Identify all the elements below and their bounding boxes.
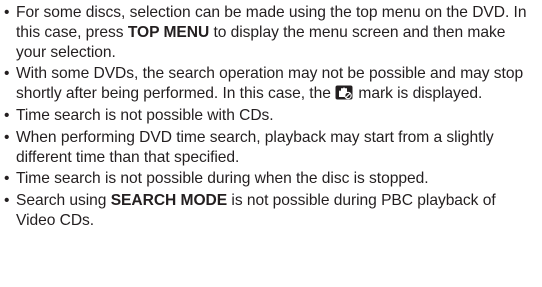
note-cd-time-search: • Time search is not possible with CDs.: [3, 106, 539, 126]
bullet: •: [4, 65, 10, 83]
note-search-mode: • Search using SEARCH MODE is not possib…: [3, 191, 539, 231]
bullet: •: [4, 106, 10, 124]
search-mode-key-label: SEARCH MODE: [110, 192, 228, 210]
bullet: •: [4, 170, 10, 188]
note-text: Time search is not possible during when …: [16, 170, 429, 188]
bullet: •: [4, 128, 10, 146]
notes-list: • For some discs, selection can be made …: [3, 3, 539, 233]
note-text: When performing DVD time search, playbac…: [16, 128, 494, 166]
note-top-menu: • For some discs, selection can be made …: [3, 3, 539, 62]
note-disc-stopped: • Time search is not possible during whe…: [3, 169, 539, 189]
note-text: Time search is not possible with CDs.: [16, 106, 274, 124]
bullet: •: [4, 192, 10, 210]
bullet: •: [4, 4, 10, 21]
top-menu-key-label: TOP MENU: [127, 23, 210, 41]
note-dvd-time-search: • When performing DVD time search, playb…: [3, 128, 539, 168]
note-search-not-possible: • With some DVDs, the search operation m…: [3, 64, 539, 104]
note-text: Search using: [16, 192, 111, 210]
prohibited-hand-icon: [335, 85, 353, 100]
note-text: mark is displayed.: [354, 85, 483, 103]
